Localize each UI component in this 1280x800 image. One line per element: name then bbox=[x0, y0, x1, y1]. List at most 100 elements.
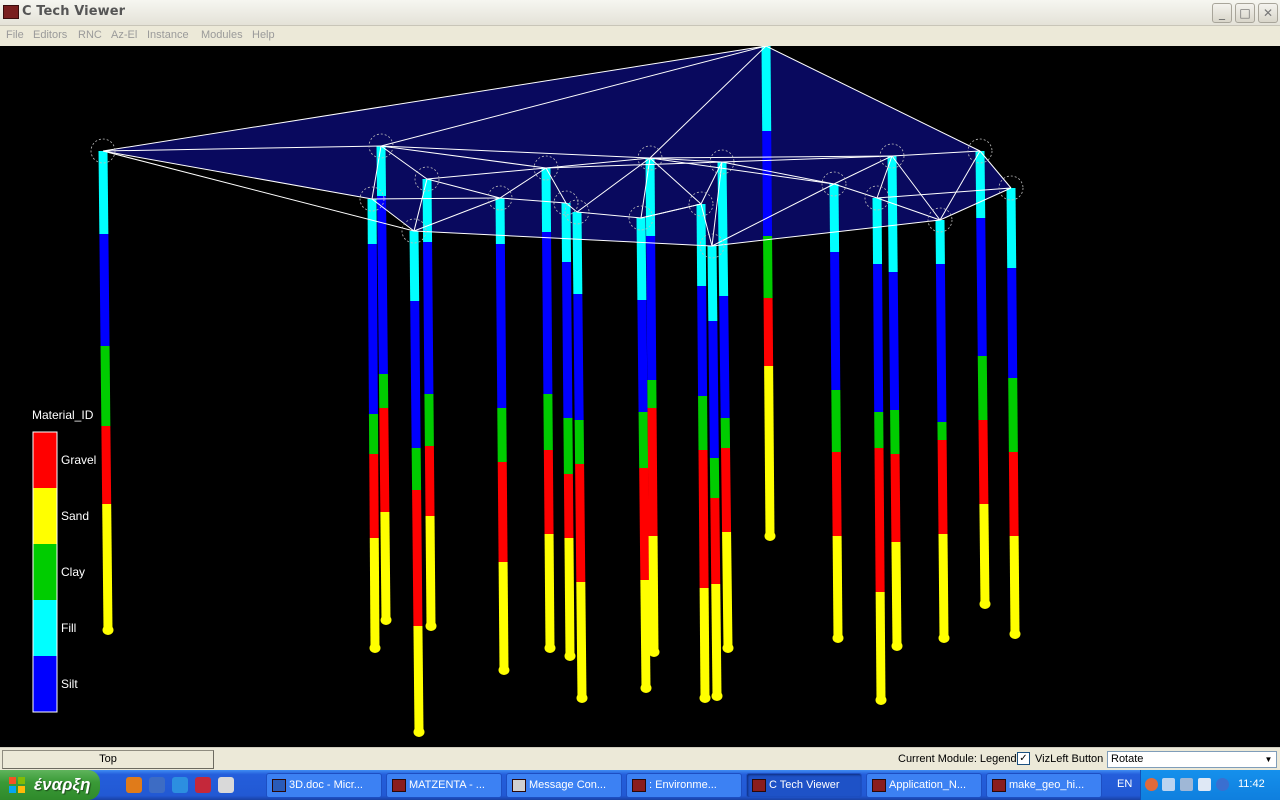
borehole-segment-gravel bbox=[698, 450, 709, 588]
borehole bbox=[975, 151, 991, 609]
borehole-cap bbox=[102, 625, 114, 635]
legend-label-silt: Silt bbox=[61, 677, 78, 691]
close-button[interactable]: ✕ bbox=[1258, 3, 1278, 23]
borehole-cap bbox=[564, 651, 576, 661]
taskbar-button-application[interactable]: Application_N... bbox=[866, 773, 982, 798]
taskbar-button-message[interactable]: Message Con... bbox=[506, 773, 622, 798]
maximize-button[interactable]: □ bbox=[1235, 3, 1255, 23]
taskbar-button-make-geo[interactable]: make_geo_hi... bbox=[986, 773, 1102, 798]
borehole-segment-clay bbox=[937, 422, 947, 440]
borehole-segment-gravel bbox=[890, 454, 901, 542]
borehole-segment-clay bbox=[368, 414, 379, 454]
borehole-segment-fill bbox=[561, 203, 572, 262]
borehole-segment-sand bbox=[498, 562, 509, 670]
borehole bbox=[495, 198, 510, 675]
borehole-cap bbox=[640, 683, 652, 693]
uk-flag-icon[interactable] bbox=[195, 777, 211, 793]
menu-help[interactable]: Help bbox=[252, 29, 275, 41]
monitor-icon[interactable] bbox=[1198, 778, 1211, 791]
network-icon[interactable] bbox=[1162, 778, 1175, 791]
borehole-segment-clay bbox=[100, 346, 111, 426]
tray-arrow-icon[interactable] bbox=[1145, 778, 1158, 791]
vizleft-checkbox[interactable]: ✓ bbox=[1017, 752, 1030, 765]
window-title: C Tech Viewer bbox=[22, 4, 126, 19]
menu-file[interactable]: File bbox=[6, 29, 24, 41]
borehole-segment-clay bbox=[709, 458, 720, 498]
title-bar: C Tech Viewer _ □ ✕ bbox=[0, 0, 1280, 26]
borehole-segment-silt bbox=[367, 244, 378, 414]
start-button[interactable]: έναρξη bbox=[0, 770, 100, 800]
borehole-segment-sand bbox=[891, 542, 902, 646]
language-indicator[interactable]: EN bbox=[1117, 778, 1132, 790]
chevron-down-icon[interactable]: ▼ bbox=[1261, 752, 1276, 767]
borehole-segment-sand bbox=[722, 532, 733, 648]
borehole bbox=[541, 168, 556, 653]
borehole-cap bbox=[498, 665, 510, 675]
media-player-icon[interactable] bbox=[149, 777, 165, 793]
app-icon[interactable] bbox=[3, 5, 19, 19]
borehole-cap bbox=[1009, 629, 1021, 639]
borehole-segment-sand bbox=[369, 538, 380, 648]
volume-icon[interactable] bbox=[1216, 778, 1229, 791]
borehole bbox=[935, 220, 950, 643]
borehole-segment-clay bbox=[497, 408, 507, 462]
ctech-icon bbox=[632, 779, 646, 792]
legend-label-gravel: Gravel bbox=[61, 453, 96, 467]
borehole-cap bbox=[699, 693, 711, 703]
borehole-segment-fill bbox=[376, 146, 387, 196]
borehole-segment-clay bbox=[831, 390, 841, 452]
current-module-label: Current Module: Legend bbox=[898, 753, 1017, 765]
borehole-segment-silt bbox=[562, 262, 573, 418]
borehole-segment-silt bbox=[423, 242, 434, 394]
menu-instance[interactable]: Instance bbox=[147, 29, 189, 41]
menu-az-el[interactable]: Az-El bbox=[111, 29, 137, 41]
borehole-segment-fill bbox=[422, 179, 433, 242]
top-button[interactable]: Top bbox=[2, 750, 214, 769]
taskbar-button-word[interactable]: 3D.doc - Micr... bbox=[266, 773, 382, 798]
menu-bar: File Editors RNC Az-El Instance Modules … bbox=[0, 26, 1280, 46]
3d-viewport[interactable]: Material_ID Gravel Sand Clay Fill Silt bbox=[0, 46, 1280, 747]
borehole-segment-silt bbox=[719, 296, 730, 418]
borehole-segment-clay bbox=[574, 420, 585, 464]
vizleft-label: VizLeft Button bbox=[1035, 753, 1104, 765]
borehole-segment-fill bbox=[495, 198, 505, 244]
desktop-icon[interactable] bbox=[218, 777, 234, 793]
borehole bbox=[872, 198, 887, 705]
borehole-segment-gravel bbox=[543, 450, 554, 534]
internet-explorer-icon[interactable] bbox=[172, 777, 188, 793]
borehole-segment-fill bbox=[975, 151, 986, 218]
taskbar-button-matzenta[interactable]: MATZENTA - ... bbox=[386, 773, 502, 798]
borehole-cap bbox=[764, 531, 776, 541]
borehole-segment-sand bbox=[1009, 536, 1020, 634]
borehole-segment-gravel bbox=[1008, 452, 1019, 536]
legend-swatch-clay bbox=[33, 544, 57, 600]
borehole-segment-gravel bbox=[978, 420, 989, 504]
borehole-scene[interactable]: Material_ID Gravel Sand Clay Fill Silt bbox=[0, 46, 1280, 747]
taskbar-button-ctech-viewer[interactable]: C Tech Viewer bbox=[746, 773, 862, 798]
borehole-segment-gravel bbox=[379, 408, 390, 512]
menu-editors[interactable]: Editors bbox=[33, 29, 67, 41]
borehole-cap bbox=[648, 647, 660, 657]
legend-swatch-sand bbox=[33, 488, 57, 544]
borehole bbox=[1006, 188, 1021, 639]
borehole-segment-fill bbox=[887, 156, 898, 272]
ctech-icon bbox=[872, 779, 886, 792]
firefox-icon[interactable] bbox=[126, 777, 142, 793]
menu-rnc[interactable]: RNC bbox=[78, 29, 102, 41]
borehole-cap bbox=[380, 615, 392, 625]
minimize-button[interactable]: _ bbox=[1212, 3, 1232, 23]
borehole-segment-sand bbox=[413, 626, 424, 732]
ctech-icon bbox=[752, 779, 766, 792]
legend-swatch-gravel bbox=[33, 432, 57, 488]
borehole-cap bbox=[369, 643, 381, 653]
antivirus-icon[interactable] bbox=[1180, 778, 1193, 791]
borehole-segment-silt bbox=[99, 234, 110, 346]
borehole-segment-clay bbox=[638, 412, 649, 468]
mouse-mode-select[interactable]: Rotate ▼ bbox=[1107, 751, 1277, 768]
taskbar-button-environment[interactable]: : Environme... bbox=[626, 773, 742, 798]
menu-modules[interactable]: Modules bbox=[201, 29, 243, 41]
borehole-segment-gravel bbox=[937, 440, 948, 534]
borehole-segment-gravel bbox=[369, 454, 379, 538]
borehole-cap bbox=[544, 643, 556, 653]
borehole-segment-gravel bbox=[647, 408, 658, 536]
